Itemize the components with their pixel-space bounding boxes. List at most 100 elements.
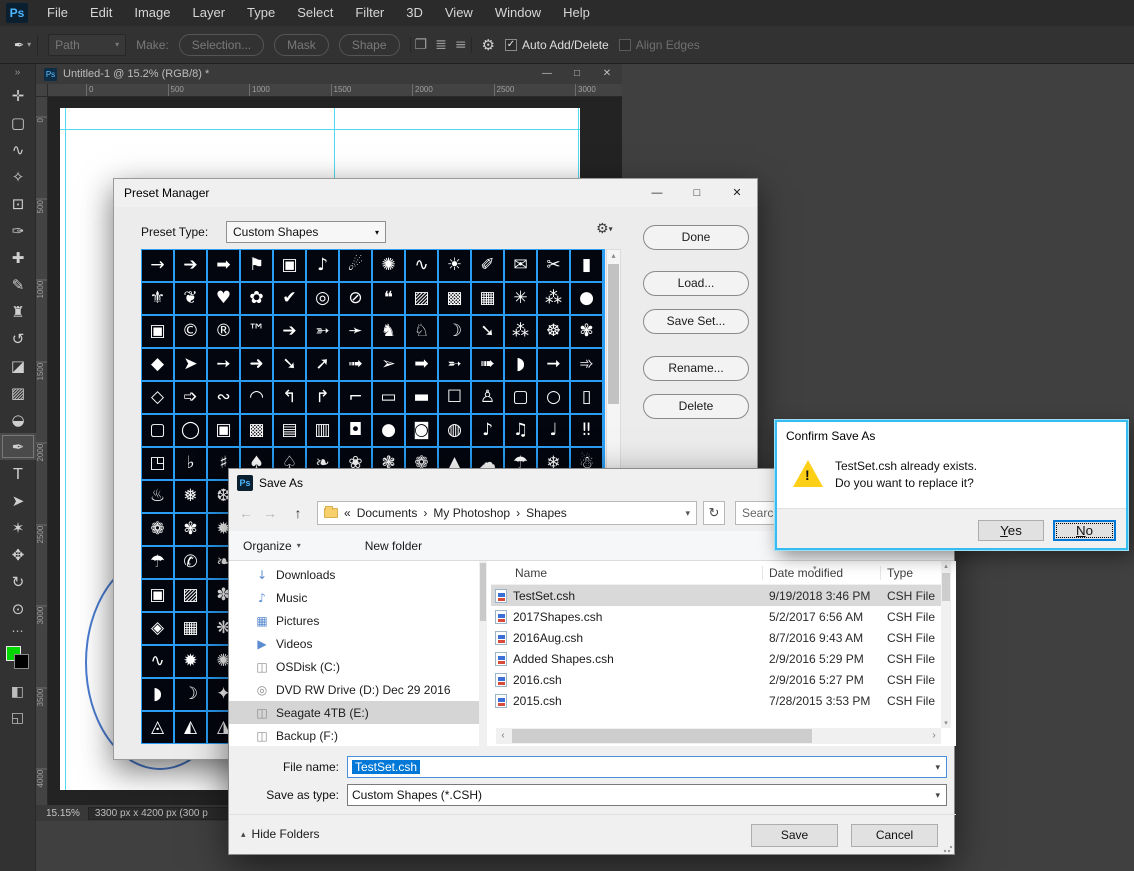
preset-menu-gear-icon[interactable]: ⚙▾: [596, 221, 613, 237]
shape-tile[interactable]: ◗: [141, 678, 174, 711]
tree-item[interactable]: ↓ Downloads: [229, 563, 479, 586]
marquee-tool[interactable]: ▢: [0, 109, 36, 136]
shape-tile[interactable]: ➡: [207, 249, 240, 282]
shape-tile[interactable]: ◳: [141, 447, 174, 480]
shape-tile[interactable]: ➞: [537, 348, 570, 381]
shape-tile[interactable]: ➵: [438, 348, 471, 381]
shape-tile[interactable]: ▨: [174, 579, 207, 612]
shape-tile[interactable]: ®: [207, 315, 240, 348]
checkbox-checked-icon[interactable]: ✓: [505, 38, 517, 51]
rotate-view-tool[interactable]: ↻: [0, 568, 36, 595]
mask-button[interactable]: Mask: [274, 33, 329, 56]
shape-tile[interactable]: ‼: [570, 414, 603, 447]
shape-tile[interactable]: ◆: [141, 348, 174, 381]
breadcrumb-token[interactable]: «: [344, 506, 351, 520]
shape-tile[interactable]: ❝: [372, 282, 405, 315]
tree-item[interactable]: ♪ Music: [229, 586, 479, 609]
tree-item[interactable]: ◫ Seagate 4TB (E:): [229, 701, 479, 724]
shape-button[interactable]: Shape: [338, 33, 400, 56]
shape-tile[interactable]: ➙: [207, 348, 240, 381]
breadcrumb-token[interactable]: ›: [516, 506, 520, 520]
menu-item[interactable]: Help: [552, 0, 601, 26]
shape-tile[interactable]: ◭: [174, 711, 207, 744]
dialog-button[interactable]: Done: [643, 225, 749, 250]
column-type[interactable]: Type: [881, 566, 941, 580]
shape-tile[interactable]: ♭: [174, 447, 207, 480]
shape-tile[interactable]: ◠: [240, 381, 273, 414]
menu-item[interactable]: View: [434, 0, 484, 26]
shape-tile[interactable]: ▦: [471, 282, 504, 315]
up-button[interactable]: ↑: [287, 501, 309, 525]
shape-tile[interactable]: ➜: [240, 348, 273, 381]
path-op-icon[interactable]: ❐: [415, 37, 428, 53]
shape-tile[interactable]: ✾: [174, 513, 207, 546]
refresh-icon[interactable]: ↻: [703, 501, 725, 525]
shape-tile[interactable]: ⁂: [537, 282, 570, 315]
shape-tile[interactable]: ➾: [570, 348, 603, 381]
shape-tile[interactable]: ▩: [240, 414, 273, 447]
brush-tool[interactable]: ✎: [0, 271, 36, 298]
auto-add-delete-option[interactable]: ✓ Auto Add/Delete: [505, 38, 609, 52]
no-button[interactable]: No: [1053, 520, 1116, 541]
shape-tile[interactable]: ▦: [174, 612, 207, 645]
shape-tile[interactable]: ∿: [405, 249, 438, 282]
shape-tile[interactable]: ▬: [405, 381, 438, 414]
menu-item[interactable]: Filter: [344, 0, 395, 26]
clone-stamp-tool[interactable]: ♜: [0, 298, 36, 325]
shape-tile[interactable]: ⊘: [339, 282, 372, 315]
close-button[interactable]: ✕: [592, 64, 622, 84]
shape-tile[interactable]: ➚: [306, 348, 339, 381]
shape-tile[interactable]: ▣: [141, 315, 174, 348]
quick-selection-tool[interactable]: ✧: [0, 163, 36, 190]
shape-tile[interactable]: ➠: [471, 348, 504, 381]
breadcrumb-token[interactable]: Shapes: [526, 506, 567, 520]
shape-tile[interactable]: ➢: [372, 348, 405, 381]
dialog-button[interactable]: Delete: [643, 394, 749, 419]
shape-tile[interactable]: ™: [240, 315, 273, 348]
shape-tile[interactable]: ➤: [174, 348, 207, 381]
shape-tool[interactable]: ✶: [0, 514, 36, 541]
dialog-button[interactable]: Save Set...: [643, 309, 749, 334]
collapse-panel-icon[interactable]: »: [0, 64, 35, 82]
shape-tile[interactable]: ●: [570, 282, 603, 315]
shape-tile[interactable]: ❅: [174, 480, 207, 513]
shape-tile[interactable]: →: [141, 249, 174, 282]
breadcrumb-token[interactable]: ›: [423, 506, 427, 520]
menu-item[interactable]: Image: [123, 0, 181, 26]
shape-tile[interactable]: ♘: [405, 315, 438, 348]
document-titlebar[interactable]: Ps Untitled-1 @ 15.2% (RGB/8) * — □ ✕: [36, 64, 622, 84]
shape-tile[interactable]: ✿: [240, 282, 273, 315]
chevron-down-icon[interactable]: ▾: [935, 762, 940, 773]
hide-folders-button[interactable]: ▴ Hide Folders: [241, 827, 320, 841]
tree-item[interactable]: ◫ OSDisk (C:): [229, 655, 479, 678]
shape-tile[interactable]: ⁂: [504, 315, 537, 348]
shape-tile[interactable]: ☄: [339, 249, 372, 282]
tree-item[interactable]: ▶ Videos: [229, 632, 479, 655]
shape-tile[interactable]: ◈: [141, 612, 174, 645]
healing-brush-tool[interactable]: ✚: [0, 244, 36, 271]
shape-tile[interactable]: ∾: [207, 381, 240, 414]
address-bar[interactable]: « Documents › My Photoshop › Shapes ▾: [317, 501, 697, 525]
shape-tile[interactable]: ☽: [174, 678, 207, 711]
shape-tile[interactable]: ➔: [273, 315, 306, 348]
shape-tile[interactable]: ∿: [141, 645, 174, 678]
shape-tile[interactable]: ◇: [141, 381, 174, 414]
resize-grip[interactable]: [943, 843, 953, 853]
lasso-tool[interactable]: ∿: [0, 136, 36, 163]
shape-tile[interactable]: ▥: [306, 414, 339, 447]
file-row[interactable]: 2016Aug.csh 8/7/2016 9:43 AM CSH File: [491, 627, 941, 648]
shape-tile[interactable]: ✔: [273, 282, 306, 315]
shape-tile[interactable]: ◘: [339, 414, 372, 447]
shape-tile[interactable]: ◍: [438, 414, 471, 447]
checkbox-unchecked-icon[interactable]: ✓: [618, 38, 631, 51]
shape-tile[interactable]: ➩: [174, 381, 207, 414]
scroll-down-icon[interactable]: ▾: [941, 719, 951, 727]
shape-tile[interactable]: ♨: [141, 480, 174, 513]
tool-preset-picker[interactable]: ✒ ▾: [8, 34, 39, 55]
scrollbar-thumb[interactable]: [512, 729, 812, 743]
shape-tile[interactable]: ➛: [339, 315, 372, 348]
zoom-tool[interactable]: ⊙: [0, 595, 36, 622]
preset-manager-titlebar[interactable]: Preset Manager — □ ✕: [114, 179, 757, 207]
path-mode-select[interactable]: Path ▾: [48, 33, 127, 56]
shape-tile[interactable]: ☽: [438, 315, 471, 348]
